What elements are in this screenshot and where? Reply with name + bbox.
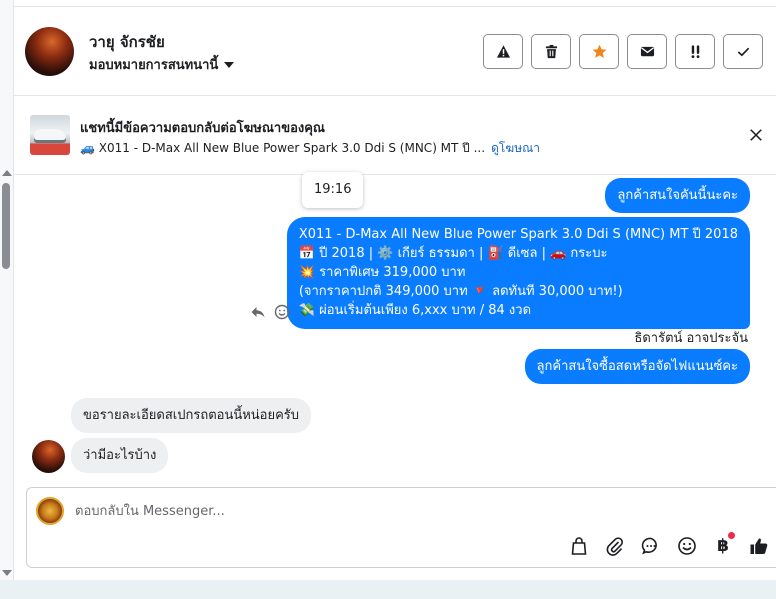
car-image	[34, 129, 66, 143]
warning-icon	[496, 45, 510, 58]
notification-dot	[728, 532, 735, 539]
page-avatar	[36, 497, 64, 525]
emoji-icon[interactable]	[676, 535, 698, 557]
ad-banner-title: แชทนี้มีข้อความตอบกลับต่อโฆษณาของคุณ	[80, 121, 325, 136]
star-icon	[592, 44, 606, 58]
paperclip-icon[interactable]	[604, 535, 626, 557]
view-ad-link[interactable]: ดูโฆษณา	[491, 139, 540, 158]
message-bubble-incoming[interactable]: ว่ามีอะไรบ้าง	[71, 438, 169, 473]
reply-icon[interactable]	[250, 304, 266, 320]
payment-icon[interactable]: ฿	[712, 532, 735, 557]
bag-icon[interactable]	[568, 535, 590, 557]
header-actions	[483, 34, 763, 69]
message-actions	[250, 304, 290, 320]
report-button[interactable]	[483, 34, 523, 69]
message-bubble-outgoing[interactable]: ลูกค้าสนใจคันนี้นะคะ	[605, 178, 750, 213]
ad-text: 🚙 X011 - D-Max All New Blue Power Spark …	[80, 141, 486, 155]
trash-icon	[545, 44, 557, 59]
message-line: 💸 ผ่อนเริ่มต้นเพียง 6,xxx บาท / 84 งวด	[298, 303, 532, 318]
contact-name[interactable]: วายุ จักรชัย	[89, 30, 165, 54]
ad-reply-banner: แชทนี้มีข้อความตอบกลับต่อโฆษณาของคุณ 🚙 X…	[14, 97, 776, 175]
scrollbar[interactable]	[0, 0, 14, 580]
scroll-thumb[interactable]	[2, 183, 10, 269]
message-bubble-incoming[interactable]: ขอรายละเอียดสเปกรถตอนนี้หน่อยครับ	[71, 398, 312, 433]
follow-up-button[interactable]	[675, 34, 715, 69]
ad-banner-subtitle: 🚙 X011 - D-Max All New Blue Power Spark …	[80, 139, 540, 158]
thumbs-up-icon[interactable]	[748, 535, 770, 557]
sender-name: ธิดารัตน์ อาจประจัน	[634, 331, 748, 346]
timestamp-tooltip: 19:16	[302, 172, 364, 208]
close-icon[interactable]	[746, 125, 766, 145]
avatar[interactable]	[25, 27, 74, 76]
check-icon	[737, 47, 749, 57]
message-line: 💥 ราคาพิเศษ 319,000 บาท	[298, 265, 466, 280]
saved-reply-icon[interactable]	[640, 535, 662, 557]
message-line: X011 - D-Max All New Blue Power Spark 3.…	[298, 227, 738, 242]
follow-up-icon	[691, 45, 699, 59]
message-bubble-outgoing[interactable]: ลูกค้าสนใจซื้อสดหรือจัดไฟแนนซ์คะ	[524, 349, 750, 384]
composer-tools: ฿	[568, 532, 770, 557]
ad-thumbnail[interactable]	[30, 115, 70, 155]
reply-composer: ฿	[26, 487, 776, 568]
scroll-up-arrow-icon[interactable]	[2, 170, 12, 176]
emoji-react-icon[interactable]	[274, 304, 290, 320]
page-footer-strip	[0, 580, 776, 599]
message-line: (จากราคาปกติ 349,000 บาท 🔻 ลดทันที 30,00…	[298, 284, 623, 299]
assign-conversation-dropdown[interactable]: มอบหมายการสนทนานี้	[89, 54, 235, 75]
assign-label: มอบหมายการสนทนานี้	[89, 58, 219, 73]
reply-input[interactable]	[75, 500, 555, 522]
done-button[interactable]	[723, 34, 763, 69]
mark-unread-button[interactable]	[627, 34, 667, 69]
scroll-down-arrow-icon[interactable]	[2, 570, 12, 576]
avatar[interactable]	[32, 440, 65, 473]
star-button[interactable]	[579, 34, 619, 69]
baht-symbol: ฿	[717, 536, 729, 556]
message-bubble-outgoing[interactable]: X011 - D-Max All New Blue Power Spark 3.…	[286, 217, 750, 329]
message-line: 📅 ปี 2018 | ⚙️ เกียร์ ธรรมดา | ⛽ ดีเซล |…	[298, 246, 608, 261]
messenger-inbox: วายุ จักรชัย มอบหมายการสนทนานี้ แชทนี้มี…	[0, 0, 776, 599]
caret-down-icon	[224, 61, 235, 68]
conversation-header: วายุ จักรชัย มอบหมายการสนทนานี้	[14, 7, 776, 96]
envelope-icon	[640, 46, 654, 57]
delete-button[interactable]	[531, 34, 571, 69]
message-thread: 19:16 ลูกค้าสนใจคันนี้นะคะ X011 - D-Max …	[14, 172, 776, 486]
